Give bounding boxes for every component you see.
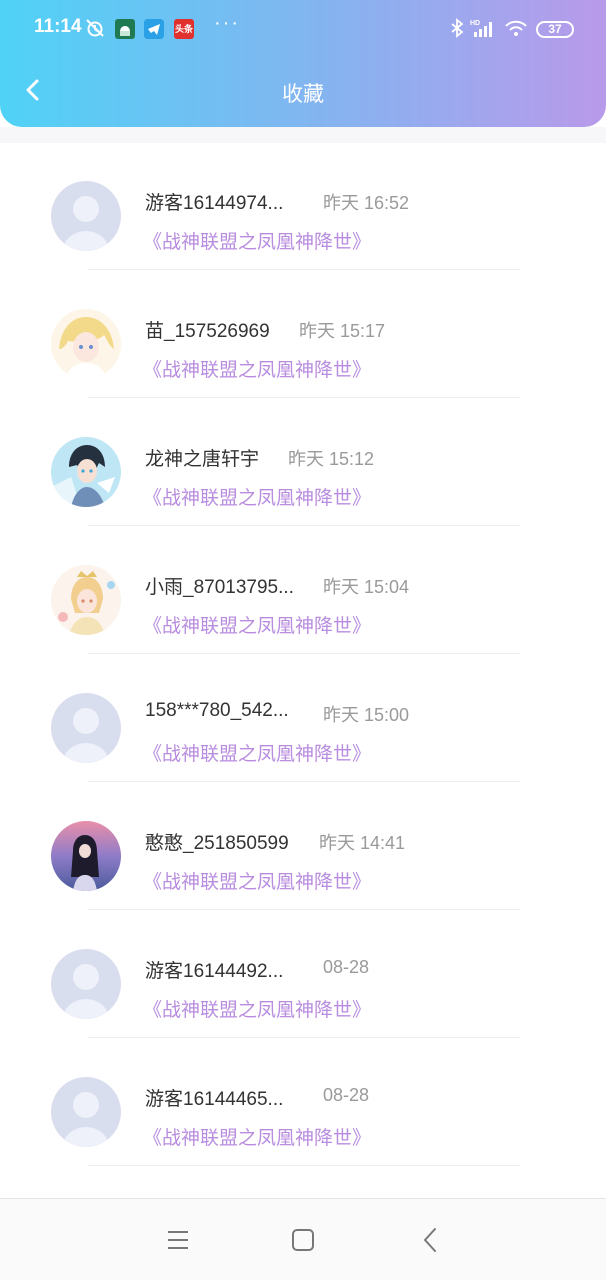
favorite-time: 08-28	[323, 1085, 370, 1105]
app-header: 11:14 头条 ··· HD 37 收藏	[0, 0, 606, 127]
row-divider	[88, 1165, 520, 1166]
alarm-off-icon	[86, 19, 104, 37]
book-title-link[interactable]: 《战神联盟之凤凰神降世》	[143, 1123, 371, 1150]
username[interactable]: 憨憨_251850599	[145, 828, 289, 855]
username[interactable]: 游客16144974...	[145, 188, 283, 215]
row-divider	[88, 1037, 520, 1038]
row-divider	[88, 909, 520, 910]
row-divider	[88, 269, 520, 270]
book-title-link[interactable]: 《战神联盟之凤凰神降世》	[143, 355, 371, 382]
menu-icon[interactable]	[161, 1225, 195, 1255]
favorite-time: 08-28	[323, 957, 370, 977]
back-icon[interactable]	[414, 1225, 448, 1255]
messenger-icon	[144, 19, 164, 39]
favorite-item[interactable]: 龙神之唐轩宇 昨天 15:12 《战神联盟之凤凰神降世》	[0, 399, 606, 527]
row-divider	[88, 781, 520, 782]
username[interactable]: 龙神之唐轩宇	[145, 444, 259, 471]
username[interactable]: 苗_157526969	[145, 316, 270, 343]
book-title-link[interactable]: 《战神联盟之凤凰神降世》	[143, 611, 371, 638]
row-divider	[88, 525, 520, 526]
favorite-item[interactable]: 游客16144974... 昨天 16:52 《战神联盟之凤凰神降世》	[0, 143, 606, 271]
username[interactable]: 158***780_542...	[145, 700, 289, 722]
username[interactable]: 游客16144492...	[145, 956, 283, 983]
user-avatar[interactable]	[51, 821, 121, 891]
book-title-link[interactable]: 《战神联盟之凤凰神降世》	[143, 867, 371, 894]
toutiao-icon: 头条	[174, 19, 194, 39]
favorite-item[interactable]: 158***780_542... 昨天 15:00 《战神联盟之凤凰神降世》	[0, 655, 606, 783]
user-avatar[interactable]	[51, 309, 121, 379]
book-title-link[interactable]: 《战神联盟之凤凰神降世》	[143, 227, 371, 254]
more-notifications-icon: ···	[214, 12, 240, 34]
system-nav-bar	[0, 1198, 606, 1280]
status-time: 11:14	[34, 16, 82, 37]
status-bar: 11:14 头条 ··· HD 37	[0, 0, 606, 58]
book-title-link[interactable]: 《战神联盟之凤凰神降世》	[143, 483, 371, 510]
wifi-icon	[505, 20, 527, 36]
row-divider	[88, 653, 520, 654]
user-avatar[interactable]	[51, 565, 121, 635]
home-icon[interactable]	[286, 1225, 320, 1255]
signal-icon: HD	[470, 20, 492, 37]
network-type-label: HD	[470, 20, 480, 27]
book-title-link[interactable]: 《战神联盟之凤凰神降世》	[143, 995, 371, 1022]
favorite-item[interactable]: 憨憨_251850599 昨天 14:41 《战神联盟之凤凰神降世》	[0, 783, 606, 911]
favorite-item[interactable]: 游客16144465... 08-28 《战神联盟之凤凰神降世》	[0, 1039, 606, 1167]
favorite-time: 昨天 15:17	[299, 321, 386, 341]
default-avatar-icon[interactable]	[51, 693, 121, 763]
default-avatar-icon[interactable]	[51, 181, 121, 251]
username[interactable]: 游客16144465...	[145, 1084, 283, 1111]
default-avatar-icon[interactable]	[51, 949, 121, 1019]
favorite-item[interactable]: 游客16144492... 08-28 《战神联盟之凤凰神降世》	[0, 911, 606, 1039]
favorite-time: 昨天 15:00	[323, 705, 410, 725]
favorite-time: 昨天 15:12	[288, 449, 375, 469]
header-spacer	[0, 127, 606, 143]
book-title-link[interactable]: 《战神联盟之凤凰神降世》	[143, 739, 371, 766]
favorite-time: 昨天 15:04	[323, 577, 410, 597]
favorite-time: 昨天 16:52	[323, 193, 410, 213]
favorite-time: 昨天 14:41	[319, 833, 406, 853]
user-avatar[interactable]	[51, 437, 121, 507]
page-title: 收藏	[282, 83, 324, 106]
android-icon	[115, 19, 135, 39]
favorite-item[interactable]: 苗_157526969 昨天 15:17 《战神联盟之凤凰神降世》	[0, 271, 606, 399]
favorite-item[interactable]: 小雨_87013795... 昨天 15:04 《战神联盟之凤凰神降世》	[0, 527, 606, 655]
row-divider	[88, 397, 520, 398]
battery-indicator: 37	[536, 21, 574, 38]
username[interactable]: 小雨_87013795...	[145, 572, 294, 599]
default-avatar-icon[interactable]	[51, 1077, 121, 1147]
bluetooth-icon	[451, 18, 464, 38]
